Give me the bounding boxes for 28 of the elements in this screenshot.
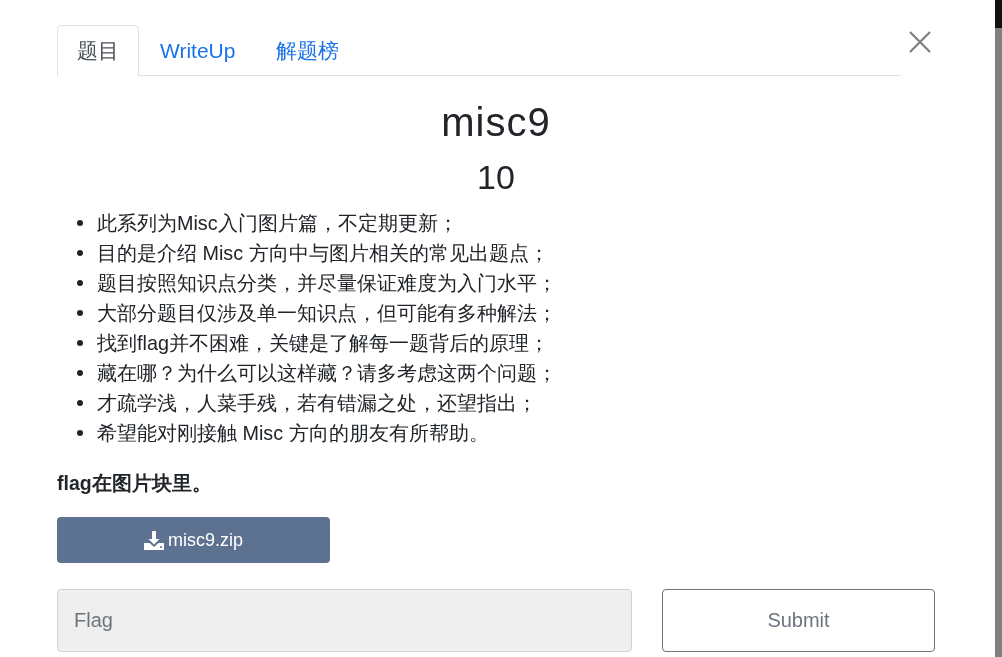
description-item: 藏在哪？为什么可以这样藏？请多考虑这两个问题； — [97, 361, 557, 386]
bullet-icon — [77, 250, 83, 256]
description-item: 目的是介绍 Misc 方向中与图片相关的常见出题点； — [97, 241, 549, 266]
flag-input[interactable]: Flag — [57, 589, 632, 652]
bullet-icon — [77, 430, 83, 436]
description-item: 此系列为Misc入门图片篇，不定期更新； — [97, 211, 458, 236]
tab[interactable]: 题目 — [57, 25, 139, 77]
description-item: 希望能对刚接触 Misc 方向的朋友有所帮助。 — [97, 421, 489, 446]
challenge-title: misc9 — [440, 99, 552, 146]
scrollbar[interactable] — [995, 0, 1002, 657]
download-button[interactable]: misc9.zip — [57, 517, 330, 563]
bullet-icon — [77, 310, 83, 316]
bullet-icon — [77, 400, 83, 406]
submit-button[interactable]: Submit — [662, 589, 935, 652]
bullet-icon — [77, 370, 83, 376]
hint-text: flag在图片块里。 — [57, 471, 212, 496]
challenge-points: 10 — [476, 157, 516, 198]
description-item: 才疏学浅，人菜手残，若有错漏之处，还望指出； — [97, 391, 537, 416]
bullet-icon — [77, 220, 83, 226]
download-icon — [144, 530, 164, 550]
description-item: 题目按照知识点分类，并尽量保证难度为入门水平； — [97, 271, 557, 296]
bullet-icon — [77, 280, 83, 286]
bullet-icon — [77, 340, 83, 346]
description-item: 找到flag并不困难，关键是了解每一题背后的原理； — [97, 331, 549, 356]
description-item: 大部分题目仅涉及单一知识点，但可能有多种解法； — [97, 301, 557, 326]
tab[interactable]: WriteUp — [140, 25, 256, 77]
close-icon — [909, 31, 931, 53]
tab[interactable]: 解题榜 — [256, 25, 360, 77]
